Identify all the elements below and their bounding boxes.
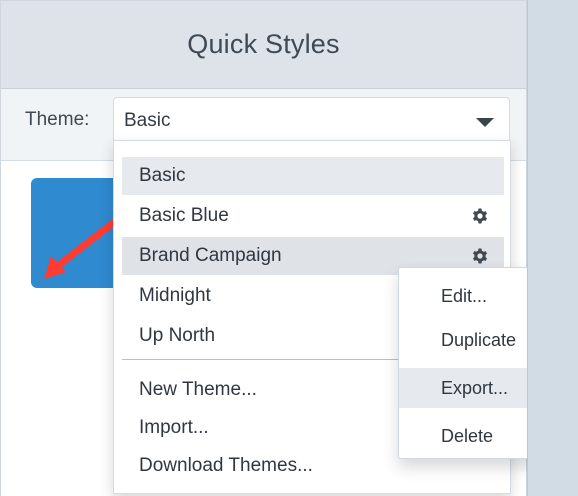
gear-icon-svg — [472, 208, 488, 224]
theme-option-label: Up North — [139, 325, 216, 346]
theme-option-label: Basic — [139, 165, 186, 186]
theme-option-basic[interactable]: Basic — [122, 157, 504, 195]
gear-icon[interactable] — [470, 246, 490, 266]
menu-option-label: Download Themes... — [139, 455, 313, 476]
arrow-icon — [44, 216, 121, 279]
panel-title: Quick Styles — [187, 29, 340, 59]
theme-option-label: Midnight — [139, 285, 211, 306]
menu-option-label: New Theme... — [139, 379, 257, 400]
quick-styles-panel: Quick Styles Theme: Basic Basic Basic Bl… — [0, 0, 561, 496]
submenu-option-label: Export... — [441, 377, 509, 398]
theme-selected-value: Basic — [124, 110, 171, 131]
theme-option-basic-blue[interactable]: Basic Blue — [122, 197, 504, 235]
right-panel-edge — [527, 0, 578, 496]
theme-dropdown[interactable]: Basic — [113, 97, 510, 145]
quick-style-preview[interactable] — [31, 178, 121, 288]
submenu-option-label: Duplicate — [441, 329, 517, 350]
panel-header: Quick Styles — [1, 1, 526, 89]
gear-icon[interactable] — [470, 206, 490, 226]
chevron-down-icon — [476, 118, 494, 127]
theme-option-label: Basic Blue — [139, 205, 229, 226]
submenu-option-label: Delete — [441, 425, 494, 446]
quick-styles-window: Quick Styles Theme: Basic Basic Basic Bl… — [0, 0, 578, 496]
theme-option-label: Brand Campaign — [139, 245, 282, 266]
menu-option-label: Import... — [139, 417, 209, 438]
submenu-option-label: Edit... — [441, 285, 488, 306]
theme-label: Theme: — [25, 109, 90, 130]
gear-icon-svg — [472, 248, 488, 264]
